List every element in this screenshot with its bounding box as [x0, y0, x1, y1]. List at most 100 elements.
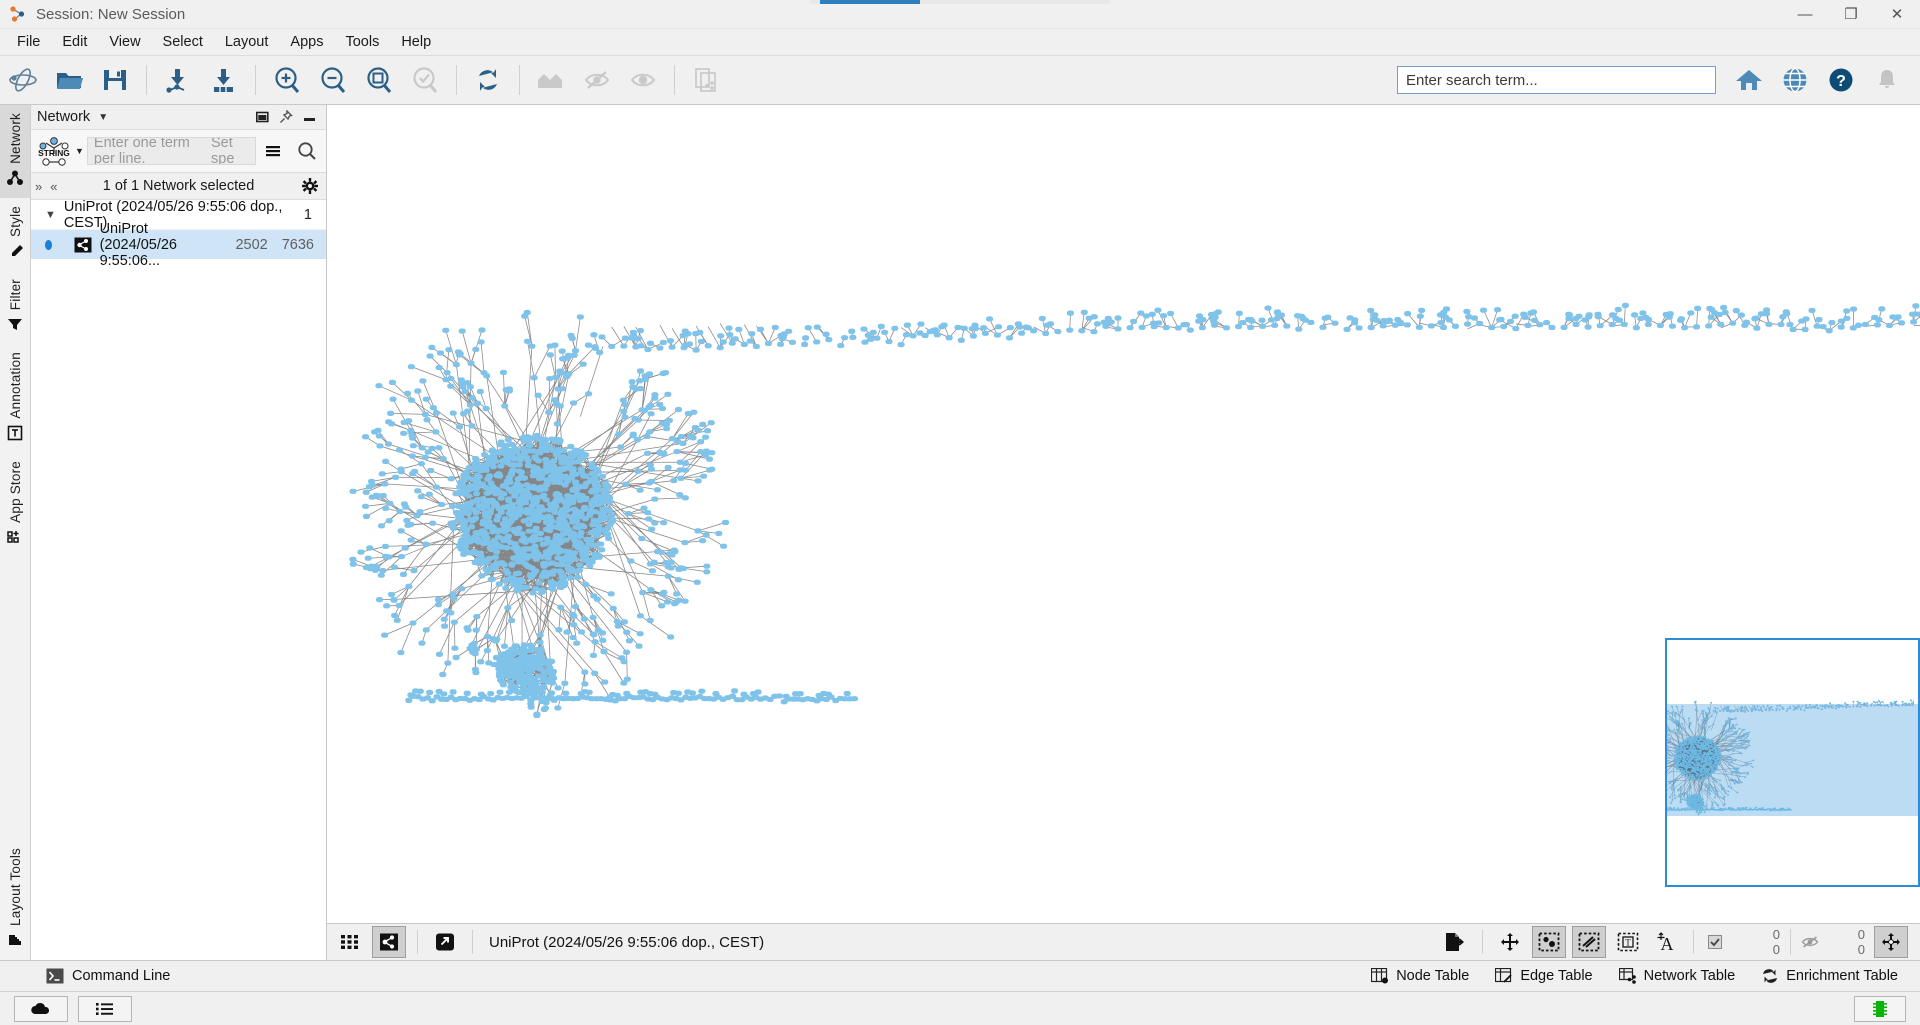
float-window-icon[interactable] [256, 111, 269, 124]
node-table-icon [1371, 968, 1389, 984]
command-line-button[interactable]: Command Line [46, 968, 170, 984]
hidden-node-count: 0 [1857, 927, 1865, 942]
birdseye-toggle-icon[interactable] [1874, 926, 1908, 958]
status-bar [0, 991, 1920, 1025]
select-labels-icon[interactable]: A [1650, 927, 1682, 957]
minimize-button[interactable]: — [1782, 0, 1828, 28]
menu-tools[interactable]: Tools [334, 31, 390, 53]
node-table-link[interactable]: Node Table [1371, 968, 1469, 984]
select-nodes-icon[interactable] [1532, 926, 1566, 958]
sidebar-label-filter: Filter [7, 278, 23, 311]
menu-help[interactable]: Help [390, 31, 442, 53]
selected-node-count: 0 [1772, 927, 1780, 942]
brush-icon [6, 243, 24, 259]
menu-select[interactable]: Select [152, 31, 214, 53]
enrichment-table-label: Enrichment Table [1786, 968, 1898, 984]
string-search-bar: STRING ▼ Enter one term per line. Set sp… [31, 130, 326, 173]
ruler-icon [6, 932, 24, 948]
toolbar-separator-3 [456, 65, 457, 95]
menu-bar: File Edit View Select Layout Apps Tools … [0, 29, 1920, 56]
close-button[interactable]: ✕ [1874, 0, 1920, 28]
enrichment-table-link[interactable]: Enrichment Table [1761, 968, 1898, 984]
selection-summary-bar: » « 1 of 1 Network selected [31, 173, 326, 200]
menu-apps[interactable]: Apps [279, 31, 334, 53]
sidebar-item-filter[interactable]: Filter [0, 271, 30, 344]
node-table-label: Node Table [1396, 968, 1470, 984]
select-edges-icon[interactable] [1572, 926, 1606, 958]
menu-layout[interactable]: Layout [214, 31, 280, 53]
detach-view-icon[interactable] [429, 927, 461, 957]
select-annotations-icon[interactable]: T [1612, 927, 1644, 957]
sidebar-label-annotation: Annotation [7, 352, 23, 419]
checkbox-checked-icon [1708, 935, 1722, 949]
import-table-icon[interactable] [205, 61, 243, 99]
birds-eye-view[interactable] [1665, 638, 1920, 887]
import-network-icon[interactable] [159, 61, 197, 99]
hidden-eye-icon [1801, 935, 1819, 949]
network-view-name: UniProt (2024/05/26 9:55:06... [99, 220, 177, 269]
search-input[interactable] [1397, 66, 1716, 94]
cloud-button[interactable] [14, 995, 68, 1022]
command-line-label: Command Line [72, 968, 171, 984]
string-query-input[interactable]: Enter one term per line. Set spe [86, 137, 256, 165]
gear-icon[interactable] [302, 178, 326, 194]
memory-button[interactable] [1854, 995, 1906, 1022]
hamburger-icon[interactable] [256, 135, 290, 167]
save-icon[interactable] [96, 61, 134, 99]
edge-table-label: Edge Table [1520, 968, 1593, 984]
maximize-button[interactable]: ❐ [1828, 0, 1874, 28]
title-bar: Session: New Session — ❐ ✕ [0, 0, 1920, 29]
clone-network-icon [687, 61, 725, 99]
network-canvas[interactable] [327, 105, 1920, 923]
search-field[interactable] [1404, 70, 1709, 90]
refresh-icon[interactable] [469, 61, 507, 99]
side-tab-rail: Network Style Filter Annotation App Stor… [0, 105, 31, 960]
grid-view-icon[interactable] [334, 927, 366, 957]
sidebar-item-style[interactable]: Style [0, 198, 30, 271]
view-toolbar: UniProt (2024/05/26 9:55:06 dop., CEST) [327, 923, 1920, 960]
svg-text:STRING: STRING [38, 148, 70, 158]
network-view-icon[interactable] [372, 926, 406, 958]
globe-icon[interactable] [1776, 61, 1814, 99]
chevron-down-icon[interactable]: ▼ [98, 112, 108, 123]
export-image-icon[interactable] [1439, 927, 1471, 957]
enrichment-table-icon [1761, 968, 1779, 984]
sidebar-item-network[interactable]: Network [0, 105, 30, 198]
chevron-down-icon[interactable]: ▼ [45, 209, 56, 221]
menu-view[interactable]: View [98, 31, 151, 53]
pin-icon[interactable] [279, 110, 293, 124]
move-nodes-icon[interactable] [1494, 927, 1526, 957]
app-store-icon [6, 529, 24, 545]
zoom-out-icon[interactable] [314, 61, 352, 99]
string-query-placeholder: Enter one term per line. [93, 137, 190, 165]
bell-icon[interactable] [1868, 61, 1906, 99]
new-network-icon[interactable] [4, 61, 42, 99]
sidebar-item-layout-tools[interactable]: Layout Tools [0, 840, 30, 960]
network-view-row[interactable]: UniProt (2024/05/26 9:55:06... 2502 7636 [31, 221, 326, 269]
string-species-caret-icon[interactable]: ▼ [75, 146, 84, 156]
edge-table-link[interactable]: Edge Table [1495, 968, 1593, 984]
help-icon[interactable]: ? [1822, 61, 1860, 99]
zoom-in-icon[interactable] [268, 61, 306, 99]
sidebar-item-app-store[interactable]: App Store [0, 453, 30, 557]
search-icon[interactable] [290, 135, 324, 167]
sidebar-label-style: Style [7, 205, 23, 237]
window-title: Session: New Session [36, 5, 186, 23]
menu-edit[interactable]: Edit [51, 31, 98, 53]
toolbar-separator-2 [255, 65, 256, 95]
zoom-fit-icon[interactable] [360, 61, 398, 99]
control-panel: Network ▼ STRING ▼ Enter one term per li… [31, 105, 327, 960]
control-panel-title: Network [37, 109, 91, 125]
minimize-icon[interactable] [303, 111, 316, 124]
string-logo-icon[interactable]: STRING [33, 134, 75, 168]
sidebar-item-annotation[interactable]: Annotation [0, 344, 30, 453]
view-toolbar-separator-1 [417, 930, 418, 954]
network-table-link[interactable]: Network Table [1618, 968, 1735, 984]
list-button[interactable] [78, 995, 132, 1022]
menu-file[interactable]: File [6, 31, 51, 53]
home-icon[interactable] [1730, 61, 1768, 99]
hide-all-icon [532, 61, 570, 99]
network-selected-dot-icon [45, 239, 52, 250]
open-folder-icon[interactable] [50, 61, 88, 99]
text-box-icon [6, 425, 24, 441]
